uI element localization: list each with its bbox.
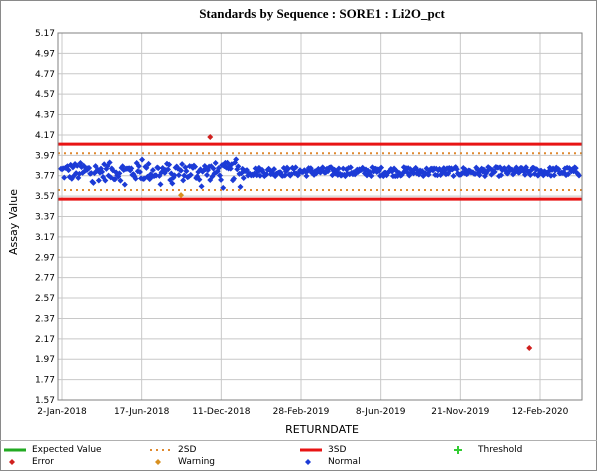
y-tick-labels: 1.57 1.77 1.97 2.17 2.37 2.57 2.77 2.97 3.17 3.37… (35, 29, 55, 406)
y-tick-label: 3.57 (35, 192, 55, 202)
x-tick-labels: 2-Jan-2018 17-Jun-2018 11-Dec-2018 28-Feb-2… (37, 407, 568, 417)
legend-label: Error (32, 457, 54, 467)
legend-item-expected: Expected Value (4, 444, 102, 456)
normal-point (157, 181, 164, 188)
normal-point (121, 181, 128, 188)
x-tick-label: 8-Jun-2019 (356, 407, 406, 417)
normal-point (198, 183, 205, 190)
y-tick-label: 3.97 (35, 151, 55, 161)
legend-swatch (300, 457, 322, 467)
legend-label: 3SD (328, 445, 347, 455)
y-tick-label: 3.17 (35, 233, 55, 243)
legend-swatch (300, 445, 322, 455)
normal-point (139, 156, 146, 163)
legend-swatch (4, 457, 26, 467)
legend: Expected Value 2SD 3SD Threshold Error Warnin… (0, 440, 597, 471)
legend-label: Warning (178, 457, 216, 467)
legend-swatch (150, 457, 172, 467)
warning-point (178, 192, 185, 199)
y-tick-label: 1.97 (35, 355, 55, 365)
y-tick-label: 4.77 (35, 70, 55, 80)
y-tick-label: 4.57 (35, 90, 55, 100)
normal-point (180, 177, 187, 184)
y-axis-label: Assay Value (7, 189, 20, 255)
legend-swatch (4, 445, 26, 455)
x-tick-label: 28-Feb-2019 (273, 407, 330, 417)
y-tick-label: 4.17 (35, 131, 55, 141)
x-tick-label: 17-Jun-2018 (114, 407, 170, 417)
legend-item-two-sd: 2SD (150, 444, 196, 456)
scatter-chart: Standards by Sequence : SORE1 : Li2O_pct… (7, 6, 583, 436)
y-tick-label: 4.97 (35, 49, 55, 59)
y-tick-label: 2.17 (35, 335, 55, 345)
y-tick-label: 1.77 (35, 376, 55, 386)
y-tick-label: 2.97 (35, 253, 55, 263)
x-tick-label: 21-Nov-2019 (431, 407, 489, 417)
legend-swatch (450, 445, 472, 455)
grid (58, 32, 582, 401)
normal-point (212, 159, 219, 166)
legend-item-error: Error (4, 456, 54, 468)
normal-point (303, 172, 310, 179)
legend-item-normal: Normal (300, 456, 361, 468)
normal-point (218, 176, 225, 183)
normal-point (203, 171, 210, 178)
x-axis-label: RETURNDATE (285, 423, 359, 436)
normal-point (95, 177, 102, 184)
y-tick-label: 4.37 (35, 111, 55, 121)
x-tick-label: 2-Jan-2018 (37, 407, 87, 417)
legend-label: Expected Value (32, 445, 102, 455)
legend-label: Threshold (478, 445, 523, 455)
y-tick-label: 3.77 (35, 172, 55, 182)
legend-swatch (150, 445, 172, 455)
legend-item-threshold: Threshold (450, 444, 522, 456)
legend-item-three-sd: 3SD (300, 444, 346, 456)
y-tick-label: 2.57 (35, 294, 55, 304)
error-point (526, 345, 533, 352)
x-tick-label: 12-Feb-2020 (512, 407, 569, 417)
normal-point (237, 183, 244, 190)
legend-item-warning: Warning (150, 456, 215, 468)
legend-label: Normal (328, 457, 361, 467)
legend-label: 2SD (178, 445, 197, 455)
y-tick-label: 2.37 (35, 314, 55, 324)
x-tick-label: 11-Dec-2018 (192, 407, 251, 417)
y-tick-label: 2.77 (35, 274, 55, 284)
y-tick-label: 3.37 (35, 213, 55, 223)
y-tick-label: 5.17 (35, 29, 55, 39)
chart-title: Standards by Sequence : SORE1 : Li2O_pct (199, 6, 445, 21)
y-tick-label: 1.57 (35, 396, 55, 406)
